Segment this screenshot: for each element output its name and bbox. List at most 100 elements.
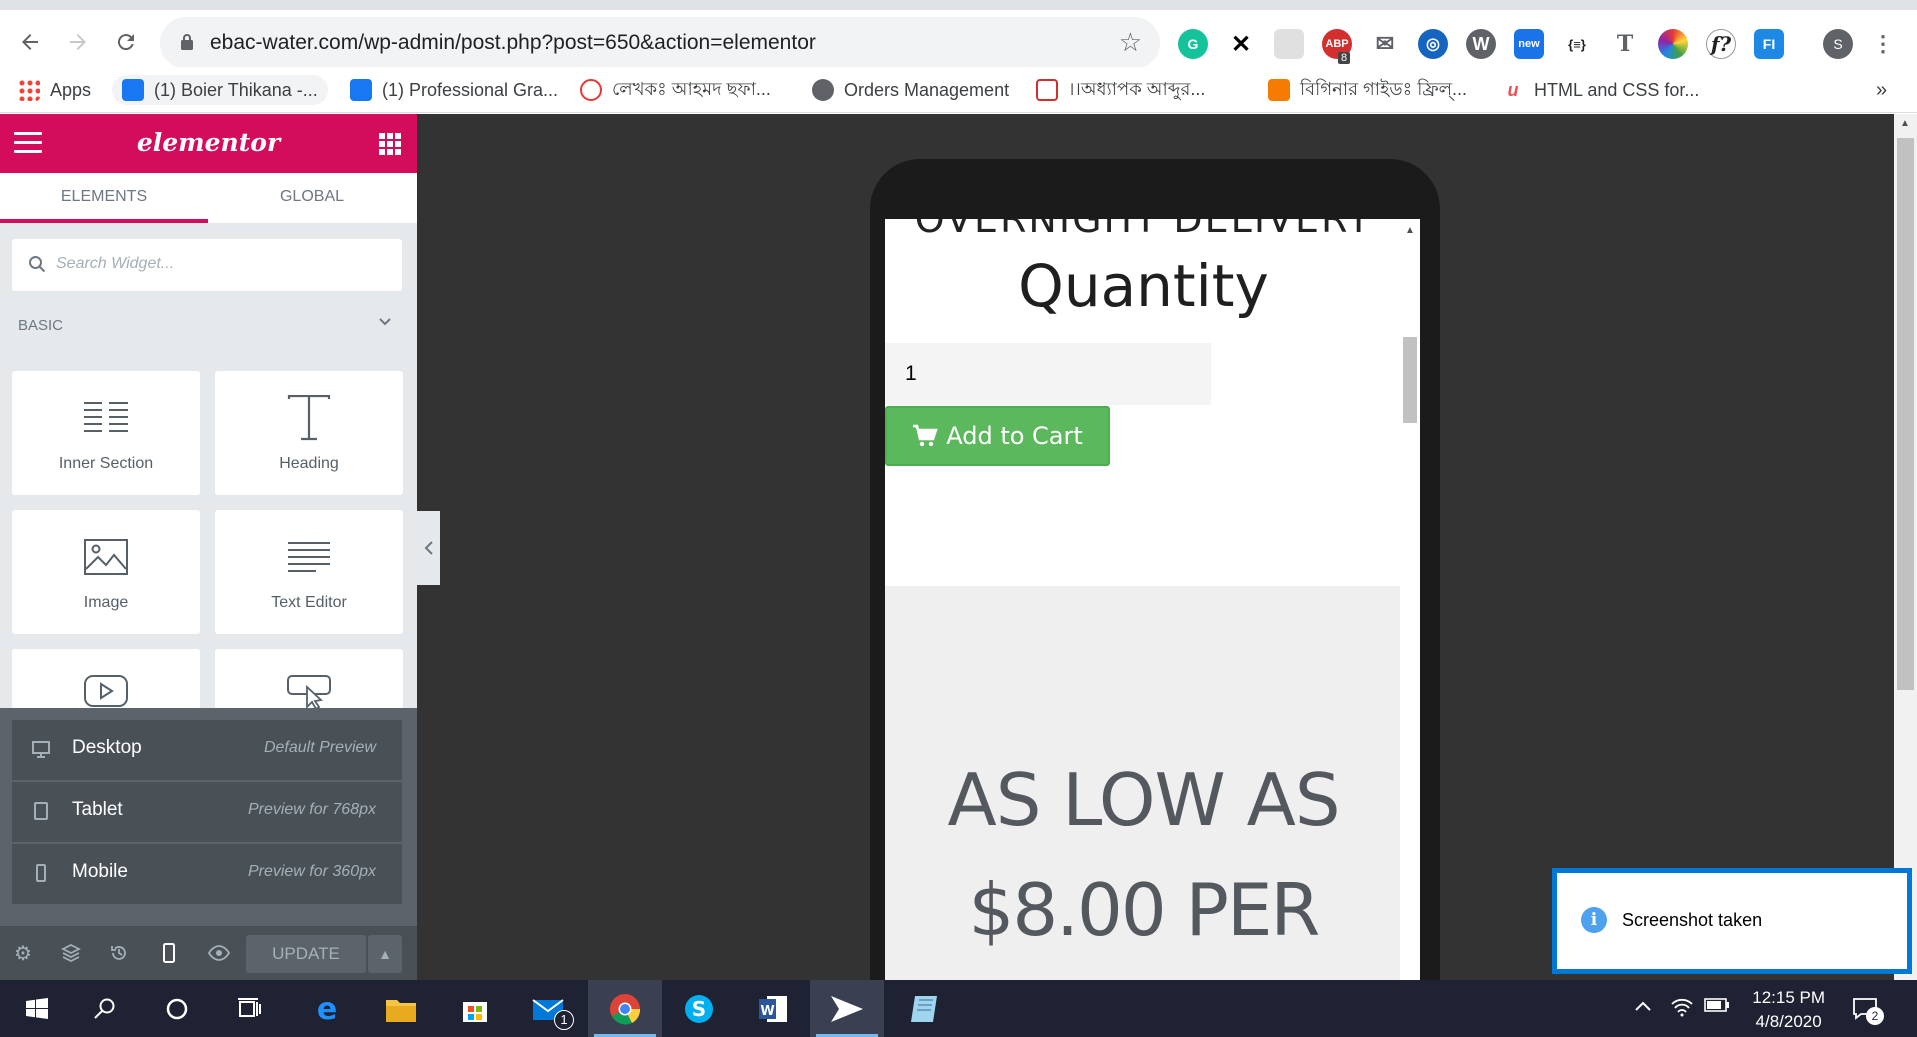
device-mobile[interactable]: Mobile Preview for 360px [12, 844, 402, 904]
forward-arrow-icon [70, 34, 86, 50]
bookmark-professor-abdur[interactable]: ।।অধ্যাপক আব্দুর... [1036, 75, 1205, 105]
more-bookmarks-button[interactable]: » [1876, 75, 1887, 105]
whatfont-extension-icon[interactable]: f? [1706, 29, 1736, 59]
caret-up-icon[interactable]: ▲ [368, 935, 402, 973]
image-icon [12, 534, 200, 580]
panel-header: elementor [0, 114, 417, 173]
text-editor-icon [215, 534, 403, 580]
bookmark-html-css[interactable]: u HTML and CSS for... [1502, 75, 1699, 105]
profile-initial: S [1833, 36, 1843, 52]
elementor-panel: elementor ELEMENTS GLOBAL Search Widget.… [0, 114, 417, 980]
mail-extension-icon[interactable]: ✉ [1370, 29, 1400, 59]
widget-button[interactable] [215, 649, 403, 709]
facebook-icon [350, 79, 372, 101]
mobile-icon [36, 864, 46, 882]
preview-eye-icon[interactable] [208, 942, 230, 964]
quantity-input[interactable] [885, 343, 1211, 405]
quantity-heading: Quantity [1018, 252, 1269, 320]
responsive-mode-icon[interactable] [158, 942, 180, 964]
add-to-cart-button[interactable]: Add to Cart [885, 406, 1110, 466]
grammarly-extension-icon[interactable]: G [1178, 29, 1208, 59]
panel-tabs: ELEMENTS GLOBAL [0, 173, 417, 223]
file-explorer-icon[interactable] [364, 980, 438, 1037]
device-desktop[interactable]: Desktop Default Preview [12, 720, 402, 780]
bookmarks-bar: Apps (1) Boier Thikana -... (1) Professi… [0, 67, 1917, 113]
wifi-icon[interactable] [1670, 997, 1694, 1022]
scrollbar-thumb[interactable] [1403, 337, 1417, 423]
scrollbar-thumb[interactable] [1897, 138, 1914, 690]
bookmark-label: Orders Management [844, 79, 1010, 100]
widget-label: Heading [279, 455, 339, 472]
mobile-preview-screen: OVERNIGHT DELIVERY Quantity Add to Cart … [885, 219, 1402, 980]
fi-extension-icon[interactable]: FI [1754, 29, 1784, 59]
svg-text:W: W [760, 1004, 774, 1019]
store-icon[interactable] [438, 980, 512, 1037]
history-icon[interactable] [108, 942, 130, 964]
update-button[interactable]: UPDATE [246, 935, 366, 973]
battery-icon[interactable] [1704, 997, 1730, 1018]
settings-gear-icon[interactable]: ⚙ [12, 942, 34, 965]
tab-global[interactable]: GLOBAL [208, 173, 416, 223]
bookmark-beginner-guide[interactable]: বিগিনার গাইডঃ ফ্রিল্... [1268, 75, 1467, 105]
widget-video[interactable] [12, 649, 200, 709]
edge-browser-icon[interactable]: e [290, 980, 364, 1037]
scroll-up-arrow-icon[interactable]: ▲ [1900, 118, 1910, 129]
mail-icon[interactable]: 1 [512, 980, 586, 1037]
new-extension-icon[interactable]: new [1514, 29, 1544, 59]
new-extension-label: new [1518, 38, 1540, 50]
navigator-layers-icon[interactable] [60, 942, 82, 964]
pin-extension-icon[interactable] [1274, 29, 1304, 59]
action-center-icon[interactable]: 2 [1852, 997, 1884, 1026]
device-desc: Preview for 360px [247, 863, 376, 880]
task-view-icon[interactable] [212, 980, 286, 1037]
bookmark-ahmed-sofa[interactable]: লেখকঃ আহমদ ছফা... [580, 75, 771, 105]
windows-taskbar: e 1 S W 12:15 PM 4/8/2020 2 [0, 980, 1917, 1037]
bookmark-label: (1) Boier Thikana -... [154, 79, 318, 100]
windows-start-icon[interactable] [0, 980, 74, 1037]
bookmark-star-icon[interactable]: ☆ [1119, 27, 1142, 58]
tab-elements[interactable]: ELEMENTS [0, 173, 208, 223]
bangla-site-icon [1268, 79, 1290, 101]
reload-button[interactable] [108, 24, 144, 60]
notepad-app-icon[interactable] [888, 980, 962, 1037]
category-basic-label[interactable]: BASIC [18, 317, 63, 334]
bookmark-apps[interactable]: Apps [18, 75, 91, 105]
system-clock[interactable]: 12:15 PM 4/8/2020 [1752, 986, 1825, 1034]
widget-inner-section[interactable]: Inner Section [12, 371, 200, 495]
text-tool-extension-icon[interactable]: T [1610, 29, 1640, 59]
chrome-taskbar-icon[interactable] [588, 980, 662, 1037]
scroll-up-arrow-icon[interactable]: ▲ [1405, 225, 1415, 236]
skype-icon[interactable]: S [662, 980, 736, 1037]
notification-count-badge: 2 [1866, 1007, 1884, 1025]
chrome-menu-icon[interactable]: ⋮ [1868, 29, 1898, 59]
screenshot-toast[interactable]: i Screenshot taken [1552, 868, 1912, 974]
widget-text-editor[interactable]: Text Editor [215, 510, 403, 634]
device-tablet[interactable]: Tablet Preview for 768px [12, 782, 402, 842]
search-widget-input[interactable]: Search Widget... [12, 239, 402, 291]
forward-button[interactable] [60, 24, 96, 60]
widget-image[interactable]: Image [12, 510, 200, 634]
cortana-icon[interactable] [140, 980, 214, 1037]
profile-avatar[interactable]: S [1823, 29, 1853, 59]
bookmark-boier-thikana[interactable]: (1) Boier Thikana -... [112, 75, 328, 105]
collapse-panel-button[interactable] [417, 511, 440, 585]
word-icon[interactable]: W [736, 980, 810, 1037]
search-icon[interactable] [68, 980, 142, 1037]
widgets-grid-icon[interactable] [379, 133, 401, 155]
color-picker-extension-icon[interactable] [1658, 29, 1688, 59]
bookmark-orders-management[interactable]: Orders Management [812, 75, 1009, 105]
compass-extension-icon[interactable]: ◎ [1418, 29, 1448, 59]
tray-chevron-up-icon[interactable] [1634, 997, 1652, 1018]
widget-heading[interactable]: Heading [215, 371, 403, 495]
address-bar[interactable]: ebac-water.com/wp-admin/post.php?post=65… [160, 17, 1160, 69]
x-extension-icon[interactable]: ✕ [1226, 29, 1256, 59]
back-button[interactable] [12, 24, 48, 60]
chevron-down-icon[interactable] [378, 314, 392, 333]
preview-scrollbar[interactable]: ▲ [1400, 219, 1420, 980]
snip-app-icon[interactable] [810, 980, 884, 1037]
json-extension-icon[interactable]: {≡} [1562, 29, 1592, 59]
page-scrollbar[interactable]: ▲ [1894, 114, 1917, 980]
wordpress-extension-icon[interactable]: W [1466, 29, 1496, 59]
mail-badge: 1 [554, 1010, 574, 1030]
bookmark-professional-gra[interactable]: (1) Professional Gra... [350, 75, 558, 105]
